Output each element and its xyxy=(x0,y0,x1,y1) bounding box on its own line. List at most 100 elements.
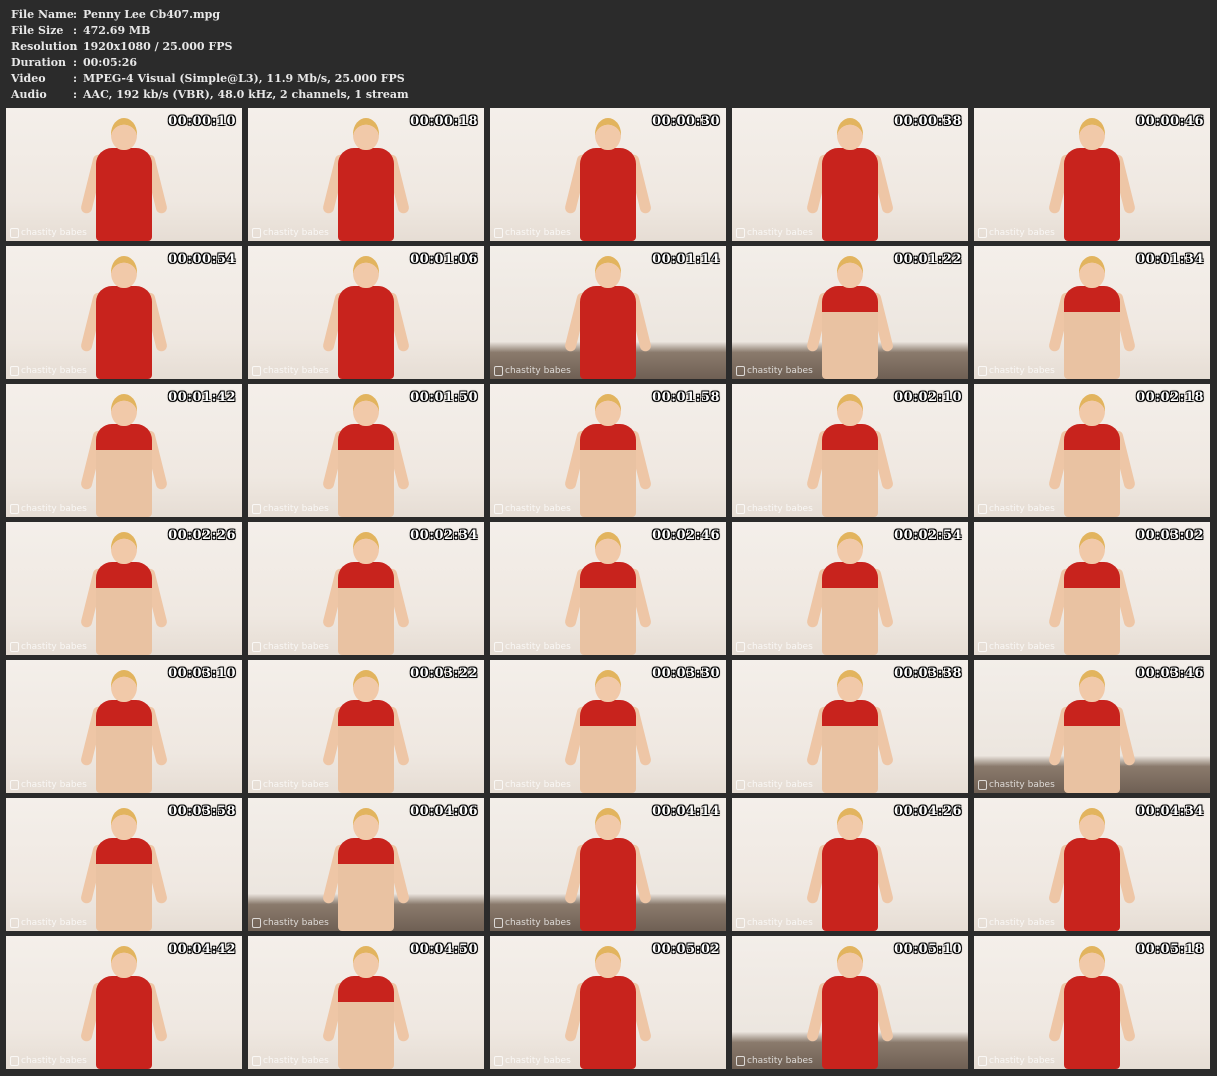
watermark-text: chastity babes xyxy=(21,504,87,514)
video-thumbnail[interactable]: 00:03:30 chastity babes xyxy=(490,660,726,793)
video-thumbnail[interactable]: 00:05:10 chastity babes xyxy=(732,936,968,1069)
watermark-logo-icon xyxy=(736,366,745,376)
video-thumbnail[interactable]: 00:04:06 chastity babes xyxy=(248,798,484,931)
head xyxy=(353,670,379,702)
video-thumbnail[interactable]: 00:03:02 chastity babes xyxy=(974,522,1210,655)
person-figure xyxy=(805,946,895,1069)
watermark: chastity babes xyxy=(978,504,1055,514)
torso xyxy=(822,976,878,1069)
video-thumbnail[interactable]: 00:05:18 chastity babes xyxy=(974,936,1210,1069)
video-thumbnail[interactable]: 00:02:34 chastity babes xyxy=(248,522,484,655)
watermark-text: chastity babes xyxy=(747,918,813,928)
watermark: chastity babes xyxy=(252,918,329,928)
video-thumbnail[interactable]: 00:02:26 chastity babes xyxy=(6,522,242,655)
watermark-text: chastity babes xyxy=(21,366,87,376)
timestamp: 00:01:42 xyxy=(168,390,236,405)
timestamp: 00:00:38 xyxy=(894,114,962,129)
watermark: chastity babes xyxy=(10,228,87,238)
head xyxy=(111,256,137,288)
torso xyxy=(580,148,636,241)
video-thumbnail[interactable]: 00:00:18 chastity babes xyxy=(248,108,484,241)
video-thumbnail[interactable]: 00:03:46 chastity babes xyxy=(974,660,1210,793)
person-figure xyxy=(563,394,653,517)
watermark-logo-icon xyxy=(736,504,745,514)
watermark-logo-icon xyxy=(10,228,19,238)
torso xyxy=(580,700,636,793)
video-thumbnail[interactable]: 00:04:26 chastity babes xyxy=(732,798,968,931)
watermark-text: chastity babes xyxy=(263,918,329,928)
video-thumbnail[interactable]: 00:02:54 chastity babes xyxy=(732,522,968,655)
video-thumbnail[interactable]: 00:01:22 chastity babes xyxy=(732,246,968,379)
video-thumbnail[interactable]: 00:02:46 chastity babes xyxy=(490,522,726,655)
person-figure xyxy=(1047,670,1137,793)
torso xyxy=(1064,148,1120,241)
person-figure xyxy=(1047,946,1137,1069)
watermark: chastity babes xyxy=(252,366,329,376)
watermark: chastity babes xyxy=(494,504,571,514)
video-thumbnail[interactable]: 00:01:14 chastity babes xyxy=(490,246,726,379)
watermark-text: chastity babes xyxy=(747,366,813,376)
head xyxy=(837,532,863,564)
timestamp: 00:00:10 xyxy=(168,114,236,129)
torso xyxy=(96,286,152,379)
video-thumbnail[interactable]: 00:00:38 chastity babes xyxy=(732,108,968,241)
timestamp: 00:00:54 xyxy=(168,252,236,267)
timestamp: 00:03:38 xyxy=(894,666,962,681)
watermark: chastity babes xyxy=(978,366,1055,376)
head xyxy=(111,394,137,426)
watermark-text: chastity babes xyxy=(505,1056,571,1066)
info-label: Resolution xyxy=(11,40,78,53)
info-separator: : xyxy=(73,56,78,69)
head xyxy=(1079,946,1105,978)
head xyxy=(595,946,621,978)
info-row: Resolution : 1920x1080 / 25.000 FPS xyxy=(11,39,409,55)
video-thumbnail[interactable]: 00:01:34 chastity babes xyxy=(974,246,1210,379)
video-thumbnail[interactable]: 00:04:50 chastity babes xyxy=(248,936,484,1069)
timestamp: 00:04:50 xyxy=(410,942,478,957)
head xyxy=(353,394,379,426)
video-thumbnail[interactable]: 00:04:14 chastity babes xyxy=(490,798,726,931)
video-thumbnail[interactable]: 00:05:02 chastity babes xyxy=(490,936,726,1069)
video-thumbnail[interactable]: 00:02:10 chastity babes xyxy=(732,384,968,517)
head xyxy=(595,808,621,840)
watermark-logo-icon xyxy=(978,918,987,928)
head xyxy=(1079,118,1105,150)
video-thumbnail[interactable]: 00:01:50 chastity babes xyxy=(248,384,484,517)
video-thumbnail[interactable]: 00:02:18 chastity babes xyxy=(974,384,1210,517)
head xyxy=(1079,532,1105,564)
torso xyxy=(580,562,636,655)
video-thumbnail[interactable]: 00:01:42 chastity babes xyxy=(6,384,242,517)
watermark: chastity babes xyxy=(252,228,329,238)
video-thumbnail[interactable]: 00:00:10 chastity babes xyxy=(6,108,242,241)
person-figure xyxy=(321,532,411,655)
watermark-logo-icon xyxy=(736,228,745,238)
timestamp: 00:00:46 xyxy=(1136,114,1204,129)
video-thumbnail[interactable]: 00:03:38 chastity babes xyxy=(732,660,968,793)
watermark-logo-icon xyxy=(494,780,503,790)
video-thumbnail[interactable]: 00:01:58 chastity babes xyxy=(490,384,726,517)
video-thumbnail[interactable]: 00:03:58 chastity babes xyxy=(6,798,242,931)
info-separator: : xyxy=(73,40,78,53)
video-thumbnail[interactable]: 00:03:22 chastity babes xyxy=(248,660,484,793)
info-value: 1920x1080 / 25.000 FPS xyxy=(83,40,233,53)
watermark-logo-icon xyxy=(252,228,261,238)
head xyxy=(595,394,621,426)
video-thumbnail[interactable]: 00:00:54 chastity babes xyxy=(6,246,242,379)
media-info-panel: File Name : Penny Lee Cb407.mpg File Siz… xyxy=(11,7,409,103)
watermark-text: chastity babes xyxy=(747,1056,813,1066)
video-thumbnail[interactable]: 00:00:46 chastity babes xyxy=(974,108,1210,241)
timestamp: 00:05:10 xyxy=(894,942,962,957)
person-figure xyxy=(805,808,895,931)
head xyxy=(837,670,863,702)
torso xyxy=(338,700,394,793)
video-thumbnail[interactable]: 00:04:42 chastity babes xyxy=(6,936,242,1069)
video-thumbnail[interactable]: 00:03:10 chastity babes xyxy=(6,660,242,793)
video-thumbnail[interactable]: 00:00:30 chastity babes xyxy=(490,108,726,241)
timestamp: 00:03:10 xyxy=(168,666,236,681)
torso xyxy=(822,838,878,931)
video-thumbnail[interactable]: 00:04:34 chastity babes xyxy=(974,798,1210,931)
head xyxy=(595,532,621,564)
video-thumbnail[interactable]: 00:01:06 chastity babes xyxy=(248,246,484,379)
head xyxy=(1079,394,1105,426)
watermark-text: chastity babes xyxy=(505,504,571,514)
